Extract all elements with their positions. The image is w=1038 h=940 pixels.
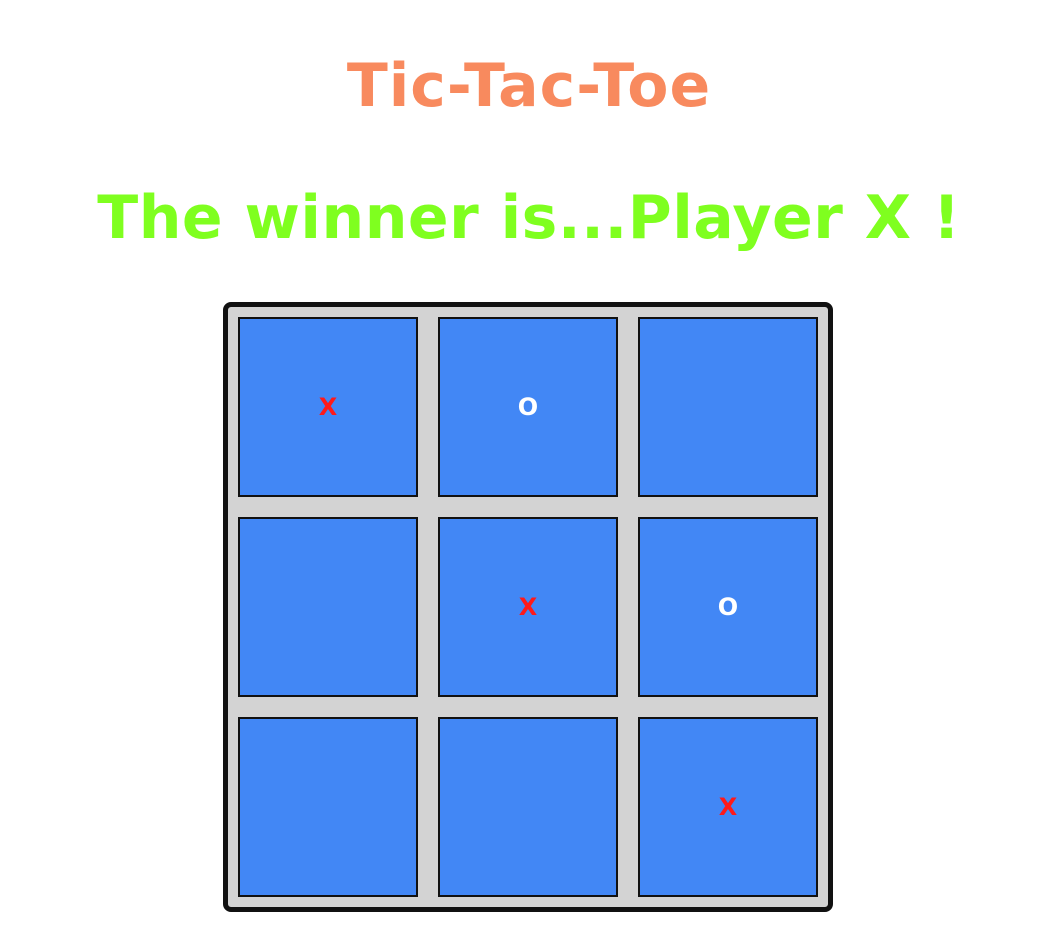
game-board: X O X O X (223, 302, 833, 912)
board-cell-r2c2[interactable]: X (438, 517, 618, 697)
board-cell-r3c2[interactable] (438, 717, 618, 897)
page-title: Tic-Tac-Toe (346, 51, 712, 121)
board-cell-r3c3[interactable]: X (638, 717, 818, 897)
cell-mark: X (718, 793, 738, 821)
board-cell-r1c1[interactable]: X (238, 317, 418, 497)
board-cell-r3c1[interactable] (238, 717, 418, 897)
cell-mark: X (318, 393, 338, 421)
board-cell-r2c3[interactable]: O (638, 517, 818, 697)
winner-status: The winner is...Player X ! (97, 183, 961, 253)
cell-mark: O (717, 593, 739, 621)
cell-mark: O (517, 393, 539, 421)
board-cell-r1c2[interactable]: O (438, 317, 618, 497)
cell-mark: X (518, 593, 538, 621)
board-cell-r1c3[interactable] (638, 317, 818, 497)
board-cell-r2c1[interactable] (238, 517, 418, 697)
